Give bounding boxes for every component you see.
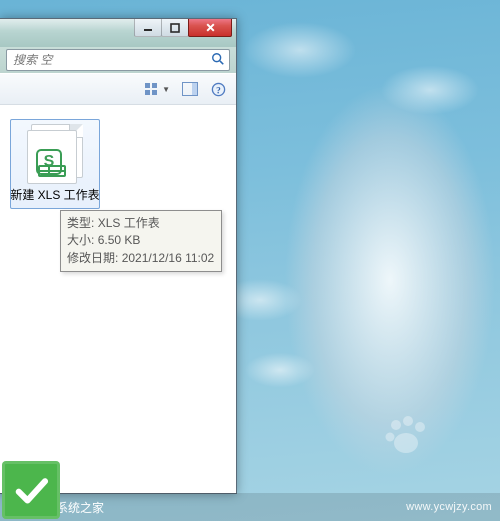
- spreadsheet-file-icon: S: [27, 124, 83, 184]
- maximize-icon: [170, 23, 180, 33]
- file-label: 新建 XLS 工作表: [10, 188, 99, 202]
- search-bar: [0, 47, 236, 73]
- file-list-area[interactable]: S 新建 XLS 工作表 类型XLS 工作表 大小6.50 KB 修改日期202…: [0, 105, 236, 493]
- paw-watermark-icon: [382, 411, 430, 459]
- search-box[interactable]: [6, 49, 230, 71]
- help-button[interactable]: ?: [206, 78, 230, 100]
- tooltip-type-key: 类型: [67, 216, 98, 230]
- file-item[interactable]: S 新建 XLS 工作表: [10, 119, 100, 209]
- help-icon: ?: [211, 82, 226, 97]
- chevron-down-icon: ▼: [162, 85, 170, 94]
- close-button[interactable]: [188, 19, 232, 37]
- tooltip-size-value: 6.50 KB: [98, 233, 141, 247]
- view-icon: [144, 82, 158, 96]
- file-tooltip: 类型XLS 工作表 大小6.50 KB 修改日期2021/12/16 11:02: [60, 210, 222, 272]
- tooltip-modified-key: 修改日期: [67, 251, 122, 265]
- search-icon[interactable]: [211, 52, 225, 69]
- watermark-bar: 纯净系统之家 www.ycwjzy.com: [0, 493, 500, 521]
- search-input[interactable]: [13, 50, 211, 70]
- explorer-toolbar: ▼ ?: [0, 73, 236, 105]
- tooltip-size-key: 大小: [67, 233, 98, 247]
- preview-pane-button[interactable]: [178, 78, 202, 100]
- preview-pane-icon: [182, 82, 198, 96]
- svg-text:?: ?: [216, 86, 221, 96]
- close-icon: [205, 22, 216, 33]
- tooltip-type-value: XLS 工作表: [98, 216, 160, 230]
- minimize-icon: [143, 23, 153, 33]
- minimize-button[interactable]: [134, 19, 162, 37]
- brand-url: www.ycwjzy.com: [406, 501, 492, 513]
- maximize-button[interactable]: [161, 19, 189, 37]
- tooltip-modified-value: 2021/12/16 11:02: [122, 251, 215, 265]
- explorer-window: ▼ ? S 新建 XLS 工作表: [0, 18, 237, 494]
- success-check-overlay: [2, 461, 60, 519]
- view-options-button[interactable]: ▼: [140, 78, 174, 100]
- window-titlebar[interactable]: [0, 19, 236, 47]
- check-icon: [10, 469, 52, 511]
